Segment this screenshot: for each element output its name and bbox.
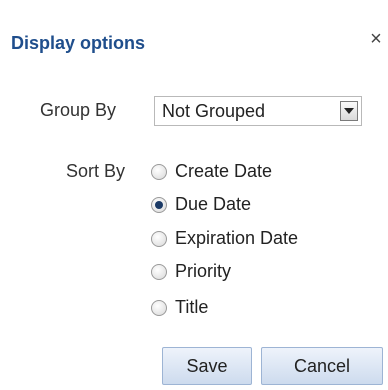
group-by-selected-value: Not Grouped bbox=[162, 101, 266, 121]
sort-by-label: Sort By bbox=[66, 161, 126, 181]
chevron-down-icon bbox=[344, 108, 354, 114]
dropdown-button[interactable] bbox=[340, 101, 358, 121]
radio-priority[interactable] bbox=[151, 264, 167, 280]
radio-label: Create Date bbox=[175, 161, 273, 181]
close-icon[interactable]: × bbox=[367, 29, 385, 49]
cancel-button[interactable]: Cancel bbox=[261, 347, 383, 385]
radio-due-date[interactable] bbox=[151, 197, 167, 213]
save-button[interactable]: Save bbox=[162, 347, 252, 385]
radio-label: Title bbox=[175, 297, 209, 317]
group-by-select[interactable]: Not Grouped bbox=[154, 96, 362, 126]
radio-label: Due Date bbox=[175, 194, 252, 214]
radio-expiration-date[interactable] bbox=[151, 231, 167, 247]
radio-label: Priority bbox=[175, 261, 232, 281]
group-by-label: Group By bbox=[40, 100, 117, 120]
display-options-dialog: Display options × Group By Not Grouped S… bbox=[0, 0, 388, 390]
dialog-title: Display options bbox=[11, 33, 146, 53]
radio-label: Expiration Date bbox=[175, 228, 299, 248]
radio-title[interactable] bbox=[151, 300, 167, 316]
radio-create-date[interactable] bbox=[151, 164, 167, 180]
